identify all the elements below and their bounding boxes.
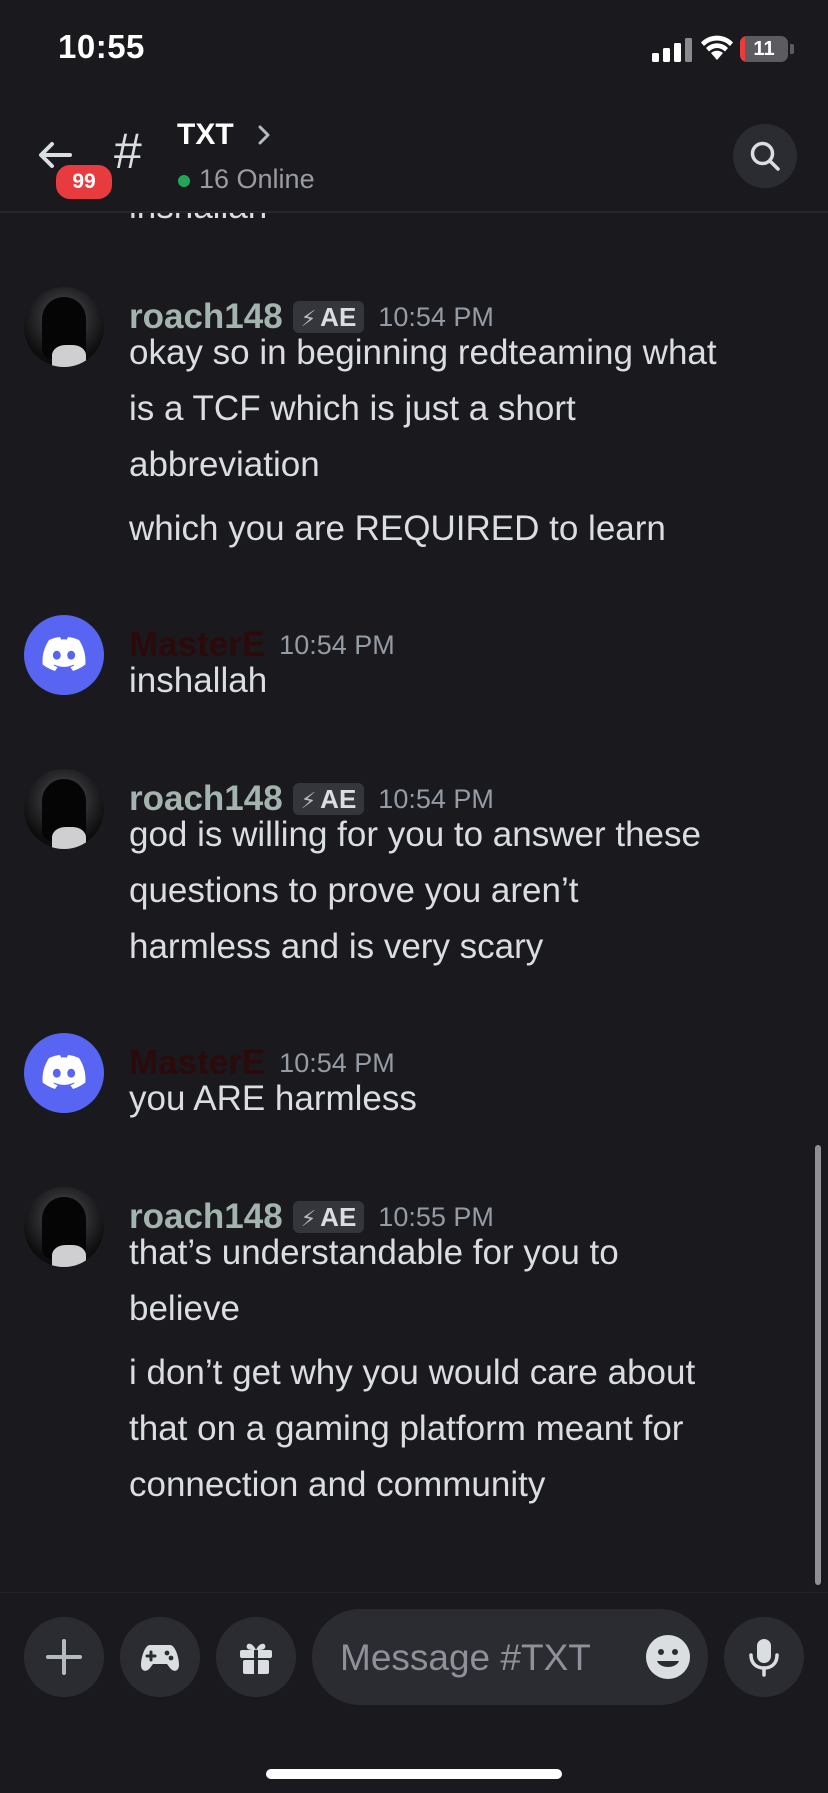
chevron-right-icon[interactable] — [254, 122, 274, 148]
message-text: inshallah — [129, 661, 268, 700]
message-text: which you are REQUIRED to learn — [129, 509, 666, 548]
hooded-figure-avatar[interactable] — [24, 1187, 104, 1267]
message-text: is a TCF which is just a short — [129, 389, 576, 428]
channel-header: 99 # TXT 16 Online — [0, 100, 828, 213]
message-text: you ARE harmless — [129, 1079, 417, 1118]
add-attachment-button[interactable] — [24, 1617, 104, 1697]
message-text: okay so in beginning redteaming what — [129, 333, 717, 372]
message-text: that on a gaming platform meant for — [129, 1409, 684, 1448]
discord-logo-icon — [42, 1055, 86, 1089]
message-text: connection and community — [129, 1465, 546, 1504]
activities-button[interactable] — [120, 1617, 200, 1697]
microphone-icon — [749, 1639, 779, 1677]
search-button[interactable] — [733, 124, 797, 188]
message-text: inshallah — [129, 213, 267, 227]
mention-count-badge[interactable]: 99 — [53, 162, 115, 202]
battery-indicator: 11 — [740, 36, 794, 62]
online-count: 16 Online — [199, 164, 315, 194]
gamepad-icon — [141, 1645, 179, 1671]
discord-logo-icon — [42, 637, 86, 671]
discord-logo-avatar[interactable] — [24, 1033, 104, 1113]
scrollbar[interactable] — [815, 1145, 821, 1585]
status-bar: 10:55 11 — [0, 0, 828, 100]
message-text: abbreviation — [129, 445, 320, 484]
hooded-figure-avatar[interactable] — [24, 287, 104, 367]
wifi-icon — [701, 35, 733, 60]
message-text: i don’t get why you would care about — [129, 1353, 696, 1392]
discord-logo-avatar[interactable] — [24, 615, 104, 695]
message-placeholder: Message #TXT — [340, 1637, 591, 1678]
home-indicator[interactable] — [266, 1769, 562, 1779]
battery-percent: 11 — [753, 38, 775, 60]
message-text: believe — [129, 1289, 240, 1328]
search-icon — [750, 141, 780, 171]
voice-message-button[interactable] — [724, 1617, 804, 1697]
message-text: god is willing for you to answer these — [129, 815, 701, 854]
emoji-icon[interactable] — [644, 1633, 692, 1681]
message-text: that’s understandable for you to — [129, 1233, 619, 1272]
message-text: harmless and is very scary — [129, 927, 544, 966]
hooded-figure-avatar[interactable] — [24, 769, 104, 849]
message-text: questions to prove you aren’t — [129, 871, 579, 910]
status-time: 10:55 — [58, 28, 145, 65]
gift-button[interactable] — [216, 1617, 296, 1697]
plus-icon — [46, 1639, 82, 1675]
channel-name[interactable]: TXT — [177, 118, 234, 152]
online-status-dot — [178, 175, 190, 187]
message-input[interactable]: Message #TXT — [312, 1609, 708, 1705]
cellular-signal-icon — [652, 38, 692, 62]
message-list[interactable]: inshallah roach148⚡AE10:54 PM okay so in… — [0, 213, 828, 1591]
gift-icon — [240, 1643, 272, 1674]
message-composer: Message #TXT — [0, 1592, 828, 1793]
hash-icon: # — [114, 123, 142, 179]
